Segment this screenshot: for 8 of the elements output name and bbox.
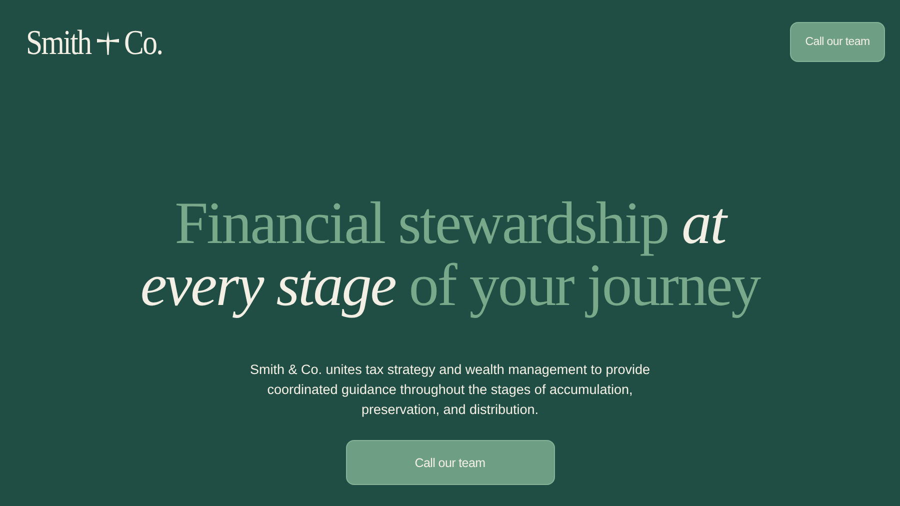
logo-text: Co.	[124, 24, 162, 62]
cross-icon	[97, 31, 120, 55]
description: Smith & Co. unites tax strategy and wealth management to provide coordinated guidance throughout the stages of accumulation, preservation, and distribution.	[249, 361, 651, 419]
headline: Financial stewardship at	[174, 192, 726, 254]
headline: every stage of your journey	[140, 254, 760, 316]
call-button[interactable]: Call our team	[790, 22, 885, 62]
call-button[interactable]: Call our team	[346, 440, 554, 485]
logo-text: Smith	[26, 24, 91, 62]
